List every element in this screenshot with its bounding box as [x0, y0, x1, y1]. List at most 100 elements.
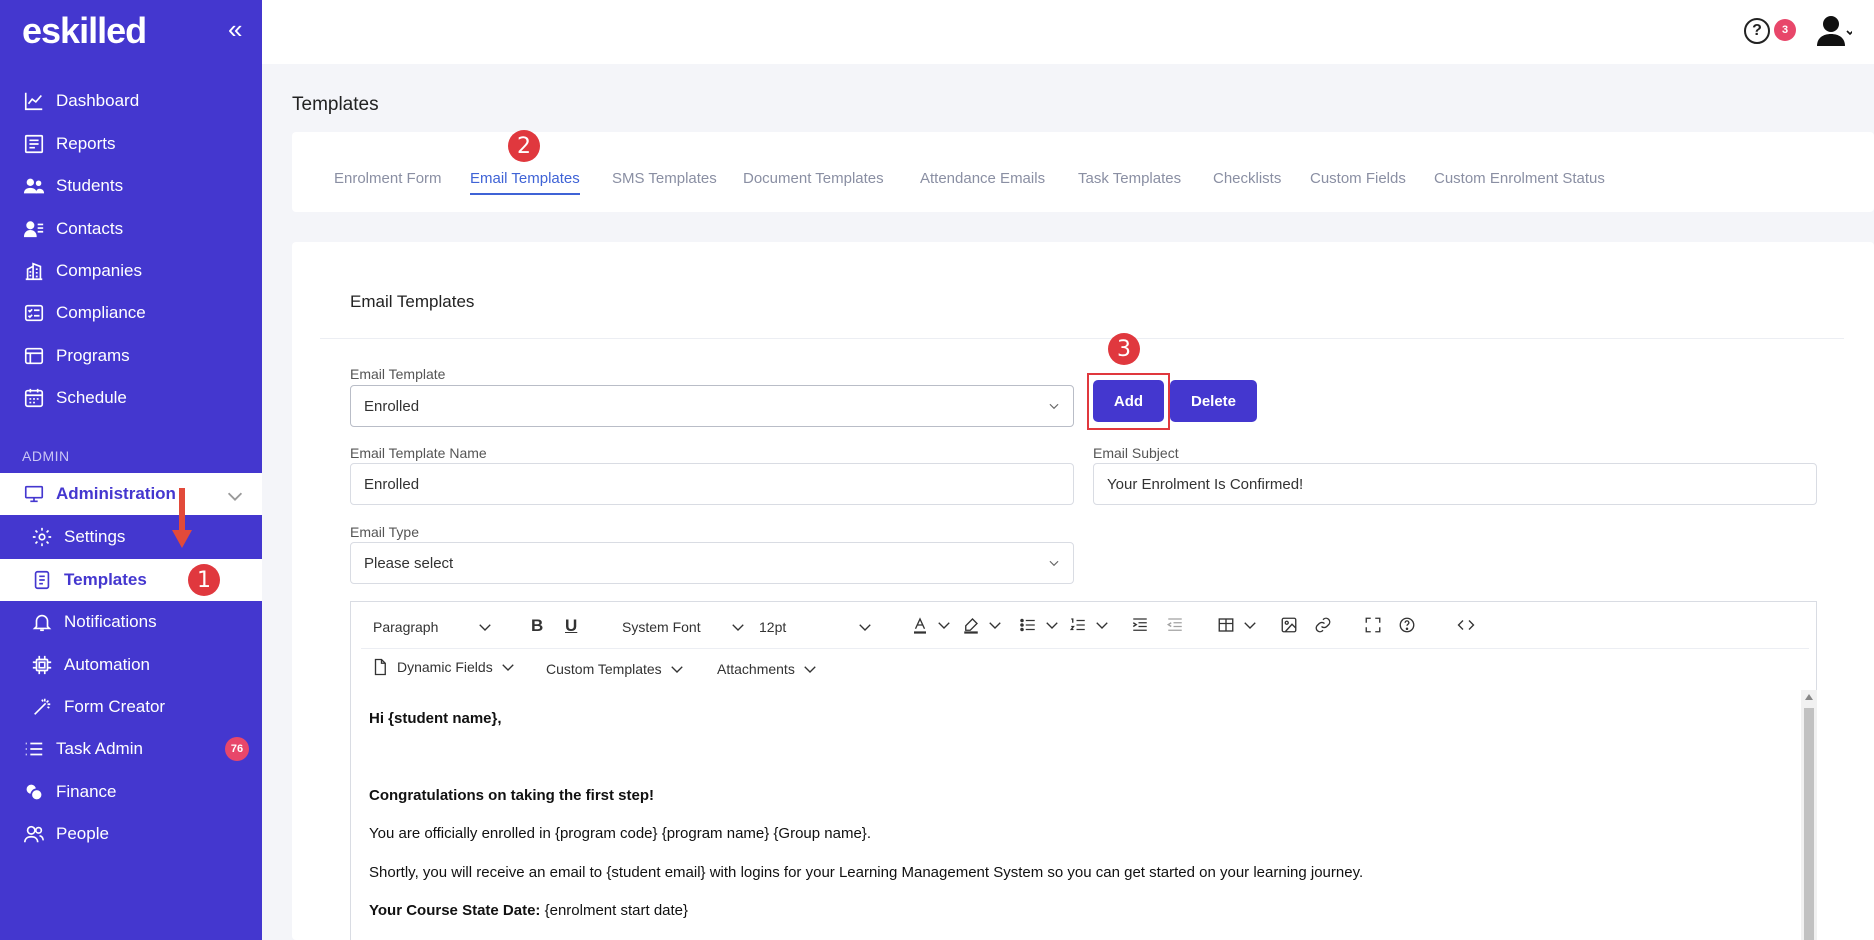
- bold-button[interactable]: B: [531, 616, 543, 636]
- custom-templates-label: Custom Templates: [546, 661, 662, 677]
- add-button[interactable]: Add: [1093, 380, 1164, 422]
- bell-icon: [30, 610, 54, 634]
- sidebar-item-label: Compliance: [56, 303, 146, 322]
- chevron-down-icon: [1049, 560, 1059, 567]
- outdent-icon[interactable]: [1166, 616, 1184, 634]
- sidebar-item-label: Form Creator: [64, 697, 166, 716]
- tab-sms-templates[interactable]: SMS Templates: [612, 170, 717, 187]
- sidebar-item-templates[interactable]: Templates: [0, 559, 262, 601]
- sidebar-item-label: Administration: [56, 484, 176, 503]
- email-type-value: Please select: [364, 554, 454, 572]
- editor-content[interactable]: Hi {student name}, Congratulations on ta…: [351, 690, 1801, 940]
- email-subject-label: Email Subject: [1093, 445, 1179, 461]
- numbered-list-icon[interactable]: [1069, 616, 1111, 634]
- sidebar-item-task-admin[interactable]: Task Admin: [0, 728, 262, 770]
- attachments-label: Attachments: [717, 661, 795, 677]
- window-icon: [22, 344, 46, 368]
- file-icon: [374, 658, 386, 676]
- tab-email-templates[interactable]: Email Templates: [470, 170, 580, 195]
- link-icon[interactable]: [1314, 616, 1332, 634]
- font-family-value: System Font: [622, 619, 701, 635]
- document-icon: [30, 568, 54, 592]
- start-date-label: Your Course State Date:: [369, 902, 541, 919]
- sidebar-item-label: Notifications: [64, 612, 157, 631]
- sidebar-item-dashboard[interactable]: Dashboard: [0, 80, 262, 122]
- tab-enrolment-form[interactable]: Enrolment Form: [334, 170, 442, 187]
- custom-templates-menu[interactable]: Custom Templates: [546, 660, 686, 678]
- eskilled-logo[interactable]: eskilled: [22, 10, 147, 52]
- email-template-label: Email Template: [350, 366, 446, 382]
- scroll-thumb[interactable]: [1804, 708, 1814, 940]
- tab-custom-enrolment-status[interactable]: Custom Enrolment Status: [1434, 170, 1605, 187]
- table-icon[interactable]: [1217, 616, 1259, 634]
- font-size-select[interactable]: 12pt: [759, 618, 889, 636]
- text-color-icon[interactable]: [911, 616, 953, 634]
- sidebar-item-schedule[interactable]: Schedule: [0, 377, 262, 419]
- sidebar-item-administration[interactable]: Administration: [0, 473, 262, 515]
- gear-icon: [30, 525, 54, 549]
- indent-icon[interactable]: [1131, 616, 1149, 634]
- coins-icon: [22, 780, 46, 804]
- sidebar-item-automation[interactable]: Automation: [0, 644, 262, 686]
- email-template-value: Enrolled: [364, 397, 420, 415]
- chevron-down-icon: [731, 624, 744, 631]
- attachments-menu[interactable]: Attachments: [717, 660, 819, 678]
- scroll-up-arrow[interactable]: [1805, 694, 1813, 700]
- sidebar-item-companies[interactable]: Companies: [0, 250, 262, 292]
- sidebar-item-compliance[interactable]: Compliance: [0, 292, 262, 334]
- section-label-admin: ADMIN: [22, 448, 70, 464]
- bullet-list-icon[interactable]: [1019, 616, 1061, 634]
- chevron-down-icon: [804, 666, 816, 673]
- report-icon: [22, 132, 46, 156]
- chevron-down-icon: [1049, 403, 1059, 410]
- sidebar-item-form-creator[interactable]: Form Creator: [0, 686, 262, 728]
- tab-checklists[interactable]: Checklists: [1213, 170, 1281, 187]
- list-icon: [22, 737, 46, 761]
- tab-attendance-emails[interactable]: Attendance Emails: [920, 170, 1045, 187]
- email-template-select[interactable]: Enrolled: [350, 385, 1074, 427]
- source-code-icon[interactable]: [1457, 616, 1475, 634]
- sidebar-item-reports[interactable]: Reports: [0, 123, 262, 165]
- email-subject-input[interactable]: Your Enrolment Is Confirmed!: [1093, 463, 1817, 505]
- sidebar-item-people[interactable]: People: [0, 813, 262, 855]
- start-date-line: Your Course State Date: {enrolment start…: [369, 902, 688, 919]
- fullscreen-icon[interactable]: [1364, 616, 1382, 634]
- image-icon[interactable]: [1280, 616, 1298, 634]
- logins-line: Shortly, you will receive an email to {s…: [369, 864, 1364, 881]
- highlight-color-icon[interactable]: [962, 616, 1004, 634]
- notification-count-badge[interactable]: 3: [1774, 19, 1796, 41]
- sidebar-item-label: Task Admin: [56, 739, 143, 758]
- font-family-select[interactable]: System Font: [622, 618, 747, 636]
- sidebar-item-notifications[interactable]: Notifications: [0, 601, 262, 643]
- template-name-input[interactable]: Enrolled: [350, 463, 1074, 505]
- chip-icon: [30, 653, 54, 677]
- collapse-sidebar-icon[interactable]: «: [228, 14, 242, 45]
- dynamic-fields-menu[interactable]: Dynamic Fields: [371, 658, 517, 676]
- sidebar-item-programs[interactable]: Programs: [0, 335, 262, 377]
- user-avatar-icon[interactable]: [1816, 14, 1852, 48]
- chevron-down-icon: [227, 492, 243, 501]
- help-editor-icon[interactable]: [1398, 616, 1416, 634]
- tab-task-templates[interactable]: Task Templates: [1078, 170, 1181, 187]
- delete-button[interactable]: Delete: [1170, 380, 1257, 422]
- help-icon[interactable]: ?: [1744, 18, 1770, 44]
- calendar-icon: [22, 386, 46, 410]
- tab-document-templates[interactable]: Document Templates: [743, 170, 884, 187]
- tab-custom-fields[interactable]: Custom Fields: [1310, 170, 1406, 187]
- sidebar-item-finance[interactable]: Finance: [0, 771, 262, 813]
- chevron-down-icon: [670, 666, 683, 673]
- sidebar-item-settings[interactable]: Settings: [0, 516, 262, 558]
- editor-scrollbar[interactable]: [1801, 690, 1817, 940]
- email-type-select[interactable]: Please select: [350, 542, 1074, 584]
- chart-line-icon: [22, 89, 46, 113]
- step-marker-3: 3: [1108, 333, 1140, 365]
- rich-text-editor: Paragraph B U System Font 12pt Dynamic F…: [350, 601, 1817, 940]
- sidebar-item-contacts[interactable]: Contacts: [0, 208, 262, 250]
- sidebar-item-label: People: [56, 824, 109, 843]
- sidebar-item-label: Schedule: [56, 388, 127, 407]
- sidebar-item-label: Contacts: [56, 219, 124, 238]
- underline-button[interactable]: U: [565, 616, 577, 636]
- font-size-value: 12pt: [759, 619, 787, 635]
- sidebar-item-students[interactable]: Students: [0, 165, 262, 207]
- block-format-select[interactable]: Paragraph: [373, 618, 513, 636]
